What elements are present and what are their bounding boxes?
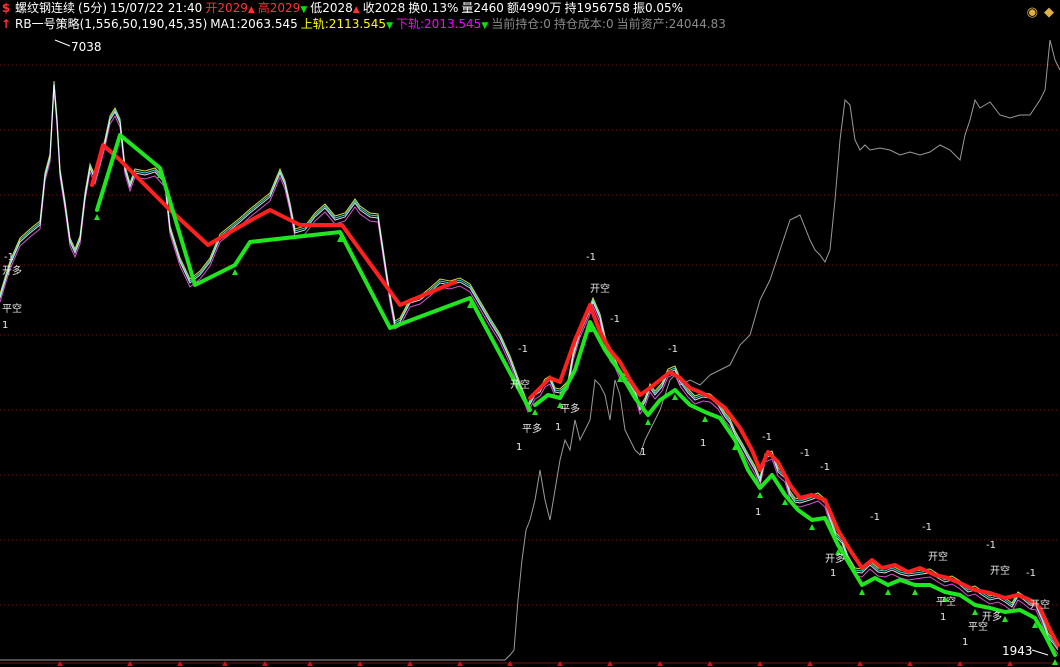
signal-label-30: 开多 bbox=[982, 610, 1002, 623]
signal-label-14: 1 bbox=[640, 447, 646, 458]
buy-signal-3-34 bbox=[1002, 616, 1008, 622]
signal-label-19: -1 bbox=[820, 462, 830, 473]
signal-label-15: 1 bbox=[700, 438, 706, 449]
signal-label-23: -1 bbox=[922, 522, 932, 533]
signal-label-4: -1 bbox=[518, 344, 528, 355]
signal-label-1: 开多 bbox=[2, 264, 22, 277]
signal-label-10: -1 bbox=[610, 314, 620, 325]
signal-label-16: -1 bbox=[762, 432, 772, 443]
signal-label-3: 1 bbox=[2, 320, 8, 331]
min-annotation-label: 1943 bbox=[1002, 644, 1033, 658]
buy-signal-3-24 bbox=[859, 589, 865, 595]
signal-label-9: 开空 bbox=[590, 282, 610, 295]
signal-label-17: 1 bbox=[755, 507, 761, 518]
buy-signal-3-16 bbox=[757, 492, 763, 498]
signal-label-26: 1 bbox=[940, 612, 946, 623]
signal-label-28: 开空 bbox=[990, 564, 1010, 577]
min-annotation-line bbox=[1031, 649, 1049, 656]
signal-label-7: 1 bbox=[516, 442, 522, 453]
signal-label-22: -1 bbox=[870, 512, 880, 523]
max-annotation-label: 7038 bbox=[71, 40, 102, 54]
buy-signal-3-38 bbox=[1052, 659, 1058, 665]
signal-label-2: 平空 bbox=[2, 302, 22, 315]
channel-segment-0 bbox=[90, 143, 457, 307]
signal-label-11: 1 bbox=[555, 422, 561, 433]
signal-label-32: -1 bbox=[1026, 568, 1036, 579]
max-annotation-line bbox=[54, 39, 71, 47]
signal-label-13: -1 bbox=[668, 344, 678, 355]
signal-label-31: 1 bbox=[962, 637, 968, 648]
buy-signal-3-12 bbox=[702, 416, 708, 422]
signal-label-33: 开空 bbox=[1030, 598, 1050, 611]
signal-label-5: 开空 bbox=[510, 378, 530, 391]
buy-signal-3-26 bbox=[885, 589, 891, 595]
signal-label-8: -1 bbox=[586, 252, 596, 263]
signal-label-6: 平多 bbox=[522, 422, 542, 435]
signal-label-21: 1 bbox=[830, 568, 836, 579]
buy-signal-3-28 bbox=[912, 589, 918, 595]
signal-label-24: 开空 bbox=[928, 550, 948, 563]
buy-signal-3-20 bbox=[809, 524, 815, 530]
buy-signal-3-8 bbox=[645, 419, 651, 425]
signal-label-12: 平多 bbox=[560, 402, 580, 415]
signal-label-0: -1 bbox=[4, 252, 14, 263]
buy-signal-3-32 bbox=[972, 609, 978, 615]
buy-signal-1-4 bbox=[232, 269, 238, 275]
price-chart[interactable]: -1开多平空1-1开空平多1-1开空-11平多-111-11-1-1开多1-1-… bbox=[0, 0, 1060, 667]
buy-signal-1-0 bbox=[94, 214, 100, 220]
signal-label-20: 开多 bbox=[825, 552, 845, 565]
signal-label-18: -1 bbox=[800, 448, 810, 459]
signal-label-27: -1 bbox=[986, 540, 996, 551]
signal-label-25: 平空 bbox=[936, 595, 956, 608]
